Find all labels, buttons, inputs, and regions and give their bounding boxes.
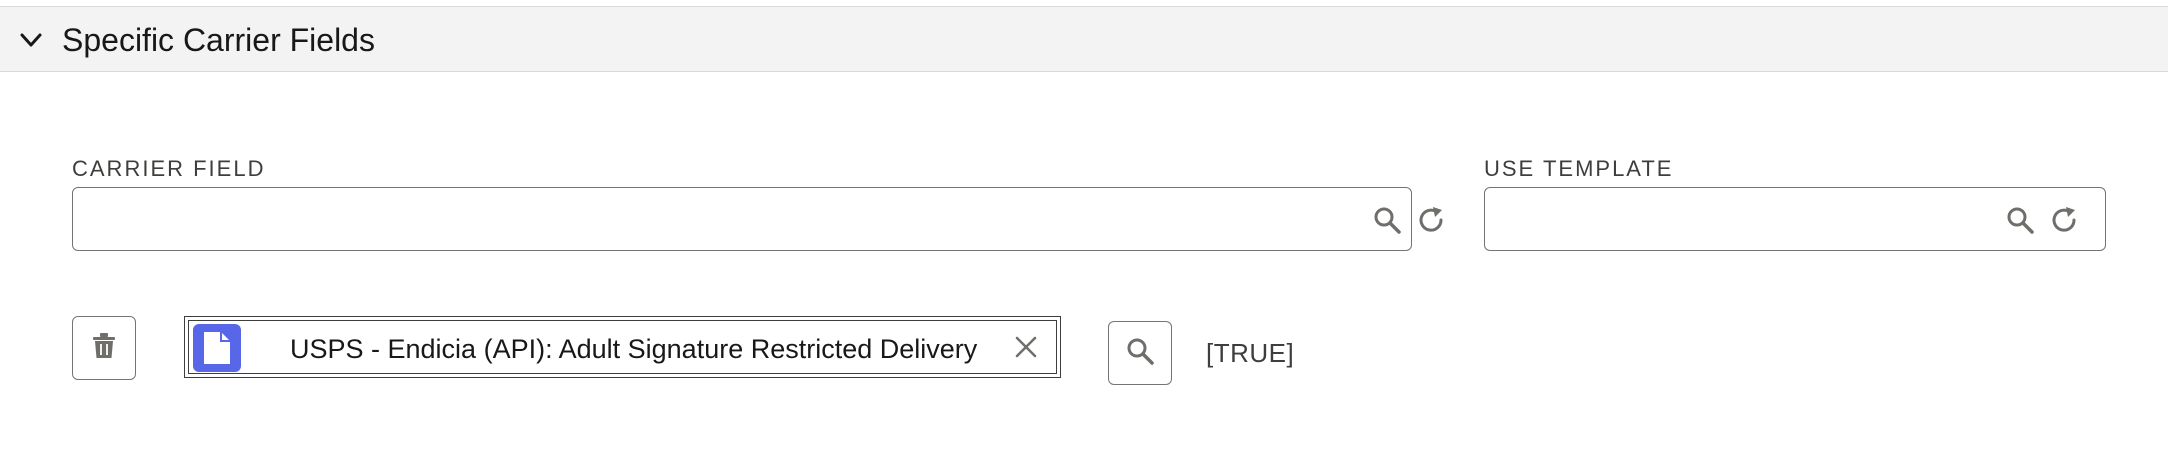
- carrier-field-label: CARRIER FIELD: [72, 156, 266, 181]
- search-button[interactable]: [1108, 321, 1172, 385]
- search-icon[interactable]: [1371, 204, 1403, 236]
- close-icon[interactable]: [1010, 331, 1042, 363]
- search-icon: [1125, 336, 1155, 371]
- carrier-field-input[interactable]: [73, 188, 1411, 250]
- section-title: Specific Carrier Fields: [62, 22, 375, 58]
- trash-icon: [92, 332, 116, 364]
- refresh-icon[interactable]: [1416, 204, 1448, 236]
- carrier-field-lookup: [72, 187, 1443, 251]
- document-icon: [193, 324, 241, 372]
- search-icon[interactable]: [2004, 204, 2036, 236]
- selected-record-label: USPS - Endicia (API): Adult Signature Re…: [290, 334, 978, 364]
- selected-record-pill[interactable]: USPS - Endicia (API): Adult Signature Re…: [184, 316, 1061, 378]
- field-value: [TRUE]: [1206, 338, 1295, 368]
- section-header-specific-carrier-fields[interactable]: Specific Carrier Fields: [0, 6, 2168, 72]
- use-template-lookup: [1484, 187, 2106, 251]
- chevron-down-icon[interactable]: [18, 27, 44, 53]
- refresh-icon[interactable]: [2049, 204, 2081, 236]
- use-template-label: USE TEMPLATE: [1484, 156, 1674, 181]
- delete-row-button[interactable]: [72, 316, 136, 380]
